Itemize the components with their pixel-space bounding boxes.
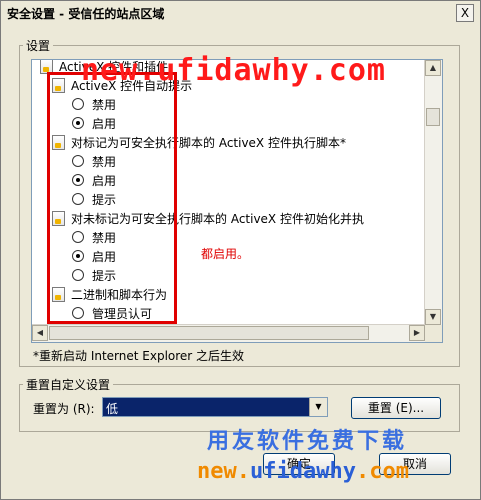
scroll-corner <box>425 325 442 342</box>
setting-option[interactable]: 启用 <box>72 171 116 189</box>
watermark-url-bottom-new: new. <box>197 459 250 484</box>
scroll-up-icon[interactable]: ▲ <box>425 60 441 76</box>
reset-group-label: 重置自定义设置 <box>23 376 114 393</box>
close-button[interactable]: X <box>456 4 474 22</box>
watermark-url-bottom-mid: ufidawhy <box>249 459 356 484</box>
radio-checked-icon[interactable] <box>72 250 84 262</box>
scroll-down-icon[interactable]: ▼ <box>425 309 441 325</box>
settings-tree[interactable]: ActiveX 控件和插件 ActiveX 控件自动提示 禁用 启用 对标记为可安全执行… <box>31 59 443 343</box>
setting-icon <box>52 210 65 226</box>
setting-label: 提示 <box>92 268 117 283</box>
setting-item: 对未标记为可安全执行脚本的 ActiveX 控件初始化并执 <box>52 209 364 227</box>
setting-icon <box>40 60 53 74</box>
reset-level-select[interactable]: 低 ▼ <box>102 397 328 417</box>
setting-label: 禁用 <box>92 154 117 169</box>
setting-item: 对标记为可安全执行脚本的 ActiveX 控件执行脚本* <box>52 133 346 151</box>
setting-option[interactable]: 启用 <box>72 247 116 265</box>
watermark-url-bottom-end: .com <box>355 459 409 484</box>
vertical-scrollbar[interactable]: ▲ ▼ <box>424 60 442 342</box>
watermark-url-bottom: new.ufidawhy.com <box>197 459 409 484</box>
scroll-left-icon[interactable]: ◀ <box>32 325 48 341</box>
reset-button[interactable]: 重置 (E)... <box>351 397 441 419</box>
restart-note: *重新启动 Internet Explorer 之后生效 <box>33 349 245 363</box>
reset-to-label: 重置为 (R): <box>33 402 95 416</box>
setting-option[interactable]: 提示 <box>72 190 116 208</box>
setting-icon <box>52 77 65 93</box>
setting-label: 启用 <box>92 173 117 188</box>
chevron-down-icon[interactable]: ▼ <box>309 398 327 416</box>
radio-icon[interactable] <box>72 193 84 205</box>
setting-label: 对未标记为可安全执行脚本的 ActiveX 控件初始化并执 <box>71 211 364 226</box>
radio-icon[interactable] <box>72 98 84 110</box>
setting-icon <box>52 134 65 150</box>
watermark-text: 用友软件免费下载 <box>207 429 408 454</box>
setting-item: 二进制和脚本行为 <box>52 285 167 303</box>
scroll-thumb[interactable] <box>426 108 440 126</box>
setting-label: 启用 <box>92 249 117 264</box>
title-bar: 安全设置 - 受信任的站点区域 X <box>1 1 480 23</box>
radio-checked-icon[interactable] <box>72 117 84 129</box>
settings-group-label: 设置 <box>23 37 54 54</box>
setting-label: 禁用 <box>92 97 117 112</box>
setting-option[interactable]: 提示 <box>72 266 116 284</box>
setting-label: 启用 <box>92 116 117 131</box>
setting-icon <box>52 286 65 302</box>
reset-level-value: 低 <box>106 402 119 416</box>
radio-icon[interactable] <box>72 231 84 243</box>
window-title: 安全设置 - 受信任的站点区域 <box>7 7 165 21</box>
radio-icon[interactable] <box>72 307 84 319</box>
radio-checked-icon[interactable] <box>72 174 84 186</box>
setting-label: 提示 <box>92 192 117 207</box>
security-settings-dialog: 安全设置 - 受信任的站点区域 X 设置 ActiveX 控件和插件 Active… <box>0 0 481 500</box>
setting-option[interactable]: 禁用 <box>72 95 116 113</box>
radio-icon[interactable] <box>72 155 84 167</box>
radio-icon[interactable] <box>72 269 84 281</box>
setting-option[interactable]: 管理员认可 <box>72 304 152 322</box>
setting-option[interactable]: 禁用 <box>72 152 116 170</box>
hscroll-thumb[interactable] <box>49 326 369 340</box>
setting-label: 二进制和脚本行为 <box>71 287 168 302</box>
setting-label: 管理员认可 <box>92 306 153 321</box>
setting-option[interactable]: 启用 <box>72 114 116 132</box>
setting-option[interactable]: 禁用 <box>72 228 116 246</box>
annotation-note: 都启用。 <box>201 247 250 261</box>
setting-label: 对标记为可安全执行脚本的 ActiveX 控件执行脚本* <box>71 135 346 150</box>
scroll-right-icon[interactable]: ▶ <box>409 325 425 341</box>
watermark-url-top: new.ufidawhy.com <box>81 53 386 88</box>
setting-label: 禁用 <box>92 230 117 245</box>
horizontal-scrollbar[interactable]: ◀ ▶ <box>32 324 425 342</box>
